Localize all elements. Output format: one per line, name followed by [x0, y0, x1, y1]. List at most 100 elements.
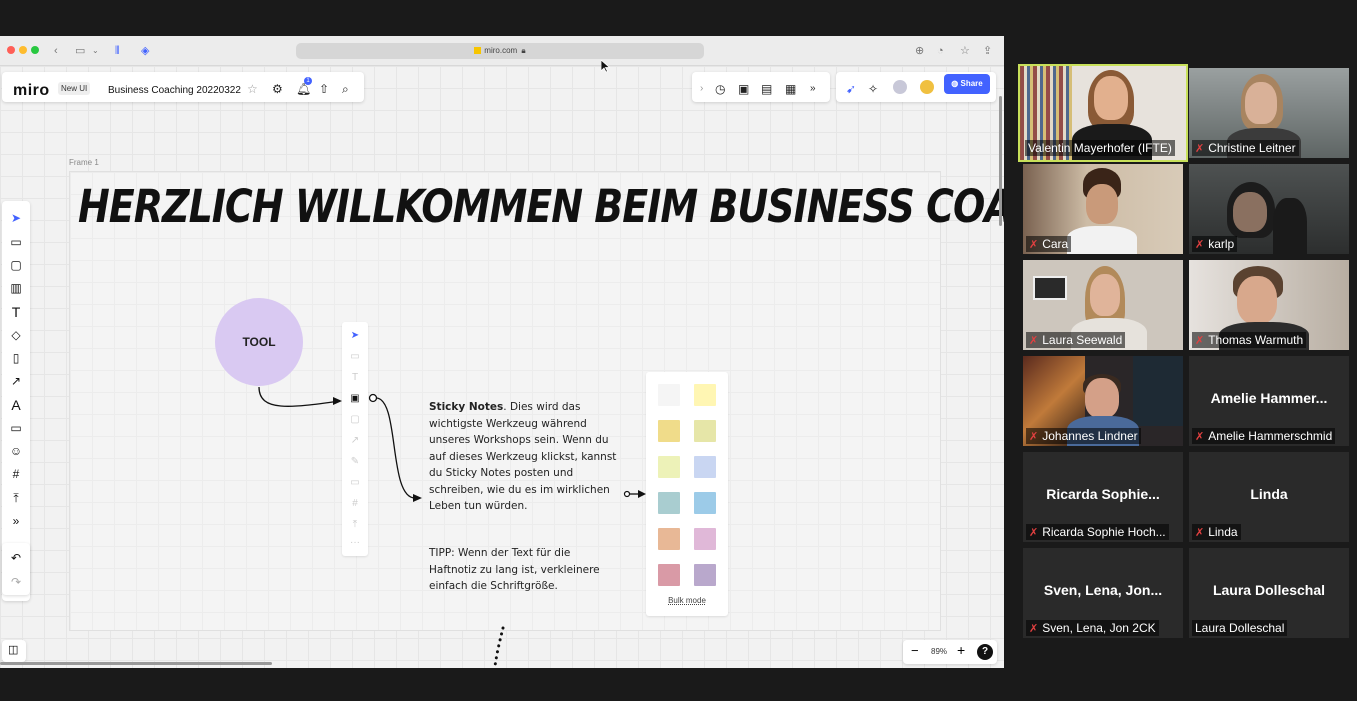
share-page-icon[interactable]: ⇪: [983, 44, 992, 58]
participant-tile[interactable]: ✗ Thomas Warmuth: [1189, 260, 1349, 350]
sticky-color-palette[interactable]: Bulk mode: [646, 372, 728, 616]
text-icon[interactable]: T: [2, 304, 30, 320]
sticky-swatch[interactable]: [658, 420, 680, 442]
star-icon[interactable]: ☆: [247, 82, 258, 96]
participant-name: Thomas Warmuth: [1208, 333, 1304, 347]
face: [1086, 184, 1118, 224]
board-canvas[interactable]: miro New UI Business Coaching 20220322 ☆…: [0, 66, 1004, 668]
dotted-path[interactable]: [488, 626, 508, 668]
muted-mic-icon: ✗: [1195, 239, 1205, 251]
more-chevrons-icon[interactable]: »: [810, 82, 816, 96]
sticky-swatch[interactable]: [658, 384, 680, 406]
extension-icon[interactable]: ⫴: [115, 44, 120, 58]
participant-tile[interactable]: ✗ Cara: [1023, 164, 1183, 254]
bookmark-icon[interactable]: ☆: [960, 44, 970, 58]
zoom-out-icon[interactable]: −: [911, 643, 919, 658]
sticky-swatch[interactable]: [658, 528, 680, 550]
select-cursor-icon[interactable]: ➤: [2, 211, 30, 225]
participant-tile[interactable]: Laura Dolleschal Laura Dolleschal: [1189, 548, 1349, 638]
participant-tile[interactable]: ✗ Johannes Lindner: [1023, 356, 1183, 446]
participant-tile[interactable]: ✗ Christine Leitner: [1189, 68, 1349, 158]
connection-line-icon[interactable]: ↗: [2, 374, 30, 388]
participant-name: karlp: [1208, 237, 1235, 251]
sticky-swatch[interactable]: [658, 564, 680, 586]
board-panel-toggle[interactable]: ◫: [2, 640, 26, 662]
notification-badge: 1: [304, 77, 312, 85]
minimize-window-button[interactable]: [19, 46, 27, 54]
sticky-swatch[interactable]: [694, 384, 716, 406]
timer-icon[interactable]: ◷: [715, 82, 725, 96]
sticky-note-icon[interactable]: ▢: [2, 258, 30, 272]
celebrate-icon[interactable]: ✧: [868, 82, 878, 96]
redo-icon[interactable]: ↷: [2, 575, 30, 589]
chevron-down-icon[interactable]: ⌄: [92, 44, 99, 58]
sticky-swatch[interactable]: [694, 492, 716, 514]
participant-tile[interactable]: ✗ karlp: [1189, 164, 1349, 254]
chevron-right-icon[interactable]: ›: [700, 82, 703, 96]
maximize-window-button[interactable]: [31, 46, 39, 54]
participant-tile[interactable]: Amelie Hammer... ✗ Amelie Hammerschmid: [1189, 356, 1349, 446]
shirt: [1067, 226, 1137, 254]
settings-gear-icon[interactable]: ⚙: [272, 82, 283, 96]
horizontal-scrollbar[interactable]: [0, 662, 272, 665]
participant-name-label: ✗ karlp: [1192, 236, 1238, 252]
miro-logo[interactable]: miro: [13, 82, 50, 100]
share-button[interactable]: ◍ Share: [944, 74, 990, 94]
frame-icon[interactable]: #: [2, 467, 30, 481]
comment-icon[interactable]: ▭: [2, 421, 30, 435]
bulk-mode-link[interactable]: Bulk mode: [646, 596, 728, 605]
undo-icon[interactable]: ↶: [2, 551, 30, 565]
pen-icon[interactable]: A: [2, 397, 30, 413]
search-icon[interactable]: ⌕: [342, 82, 349, 96]
participant-tile[interactable]: Linda ✗ Linda: [1189, 452, 1349, 542]
frame-1[interactable]: HERZLICH WILLKOMMEN BEIM BUSINESS COACHI…: [69, 171, 1004, 631]
zoom-in-icon[interactable]: +: [957, 642, 965, 658]
lock-icon: 🔒︎: [521, 46, 526, 55]
cursor-follow-icon[interactable]: ➹: [846, 82, 856, 96]
sticky-notes-title: Sticky Notes: [429, 401, 504, 413]
participant-name-label: ✗ Thomas Warmuth: [1192, 332, 1307, 348]
sticky-swatch[interactable]: [658, 456, 680, 478]
sticky-swatch[interactable]: [694, 564, 716, 586]
vertical-scrollbar[interactable]: [999, 96, 1002, 226]
frame-label[interactable]: Frame 1: [69, 158, 99, 167]
participant-tile[interactable]: Valentin Mayerhofer (IFTE): [1018, 64, 1188, 162]
card-icon[interactable]: ▯: [2, 351, 30, 365]
sidebar-icon[interactable]: ▭: [75, 44, 85, 58]
sticky-swatch[interactable]: [694, 456, 716, 478]
notes-icon[interactable]: ▦: [785, 82, 796, 96]
layers-icon[interactable]: ◈: [141, 44, 149, 58]
participant-name: Valentin Mayerhofer (IFTE): [1025, 140, 1175, 156]
download-icon[interactable]: ⊕: [915, 44, 924, 58]
presentation-icon[interactable]: ▤: [761, 82, 772, 96]
frame-icon: #: [352, 498, 358, 509]
zoom-level[interactable]: 89%: [931, 647, 947, 656]
frame-template-icon[interactable]: ▥: [2, 281, 30, 295]
shapes-icon[interactable]: ◇: [2, 328, 30, 342]
emoji-icon[interactable]: ☺: [2, 444, 30, 458]
more-tools-icon[interactable]: »: [2, 514, 30, 528]
upload-icon[interactable]: ⇧: [319, 82, 329, 96]
address-bar[interactable]: miro.com 🔒︎: [296, 43, 704, 59]
back-icon[interactable]: ‹: [54, 44, 58, 58]
avatar-2[interactable]: [920, 80, 934, 94]
sticky-swatch[interactable]: [658, 492, 680, 514]
participant-tile[interactable]: Ricarda Sophie... ✗ Ricarda Sophie Hoch..…: [1023, 452, 1183, 542]
close-window-button[interactable]: [7, 46, 15, 54]
sticky-swatch[interactable]: [694, 420, 716, 442]
board-title[interactable]: Business Coaching 20220322: [108, 85, 241, 96]
participant-display-name: Sven, Lena, Jon...: [1043, 582, 1163, 598]
participant-tile[interactable]: Sven, Lena, Jon... ✗ Sven, Lena, Jon 2CK: [1023, 548, 1183, 638]
avatar[interactable]: [893, 80, 907, 94]
sticky-notes-description[interactable]: Sticky Notes. Dies wird das wichtigste W…: [429, 399, 619, 515]
history-icon[interactable]: ◔: [937, 44, 944, 58]
sticky-swatch[interactable]: [694, 528, 716, 550]
templates-icon[interactable]: ▭: [2, 235, 30, 249]
tipp-text[interactable]: TIPP: Wenn der Text für die Haftnotiz zu…: [429, 545, 619, 595]
help-icon[interactable]: ?: [977, 644, 993, 660]
url-text: miro.com: [484, 46, 518, 55]
new-ui-badge[interactable]: New UI: [58, 82, 91, 95]
participant-tile[interactable]: ✗ Laura Seewald: [1023, 260, 1183, 350]
upload-content-icon[interactable]: ⤒: [2, 491, 30, 506]
sticky-reaction-icon[interactable]: ▣: [738, 82, 749, 96]
